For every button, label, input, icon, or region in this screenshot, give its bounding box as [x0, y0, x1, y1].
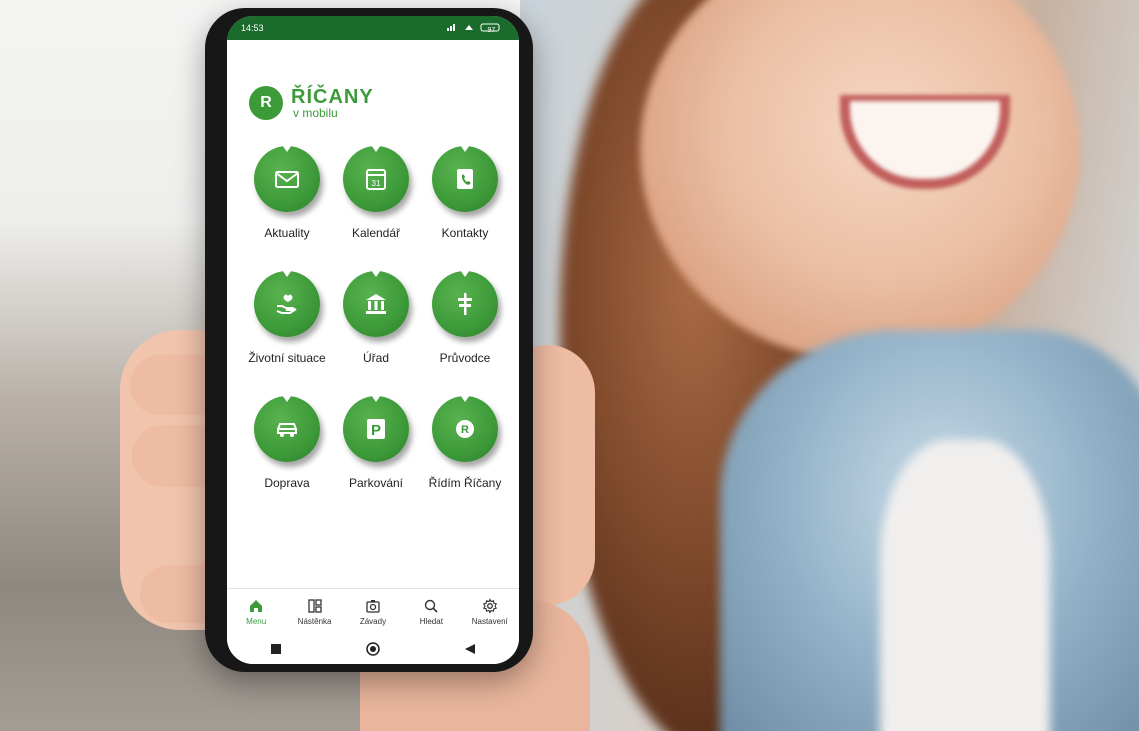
android-nav-bar: [227, 634, 519, 664]
nav-label: Menu: [246, 617, 267, 626]
nav-nastaveni[interactable]: Nastavení: [462, 598, 518, 626]
logo-mark: R: [249, 86, 283, 120]
building-icon: [366, 294, 386, 314]
logo-title: ŘÍČANY: [291, 85, 374, 108]
tile-circle: [254, 146, 320, 212]
nav-nastenka[interactable]: Nástěnka: [287, 598, 343, 626]
tile-circle: [432, 146, 498, 212]
tile-zivotni-situace[interactable]: Životní situace: [239, 271, 335, 365]
tile-circle: [254, 271, 320, 337]
app-screen: 14:53 97 R ŘÍČANY v mobilu Aktuality 31 …: [227, 16, 519, 664]
tile-label: Kalendář: [351, 226, 401, 240]
r-letter: R: [461, 424, 469, 436]
heart-hand-icon: [276, 294, 297, 314]
nav-label: Nastavení: [471, 617, 508, 626]
board-icon: [307, 599, 322, 613]
signpost-icon: [458, 293, 472, 315]
tile-circle: [254, 396, 320, 462]
battery-level: 97: [487, 27, 496, 34]
back-button[interactable]: [450, 639, 490, 659]
tile-label: Parkování: [348, 476, 404, 490]
tile-circle: [432, 271, 498, 337]
nav-label: Závady: [359, 617, 387, 626]
calendar-day: 31: [372, 179, 381, 188]
phone-book-icon: [457, 169, 473, 189]
home-button[interactable]: [353, 639, 393, 659]
nav-hledat[interactable]: Hledat: [403, 598, 459, 626]
tile-circle: 31: [343, 146, 409, 212]
tile-label: Doprava: [264, 476, 310, 490]
background-photo: [0, 0, 1139, 731]
tile-ridim-ricany[interactable]: R Řídím Říčany: [417, 396, 513, 490]
tile-kalendar[interactable]: 31 Kalendář: [328, 146, 424, 240]
logo-subtitle: v mobilu: [293, 105, 338, 120]
tile-label: Životní situace: [248, 351, 326, 365]
tile-doprava[interactable]: Doprava: [239, 396, 335, 490]
camera-report-icon: [366, 600, 380, 613]
home-icon: [250, 600, 263, 612]
tile-label: Řídím Říčany: [428, 476, 502, 490]
tile-label: Aktuality: [264, 226, 310, 240]
tile-label: Průvodce: [439, 351, 491, 365]
tile-kontakty[interactable]: Kontakty: [417, 146, 513, 240]
mail-icon: [275, 171, 299, 188]
tile-circle: R: [432, 396, 498, 462]
circle-icon: [366, 642, 380, 656]
calendar-icon: 31: [366, 169, 386, 190]
car-icon: [277, 423, 297, 437]
r-logo-icon: R: [456, 420, 474, 438]
tile-urad[interactable]: Úřad: [328, 271, 424, 365]
tile-label: Úřad: [362, 351, 389, 365]
search-icon: [425, 599, 438, 613]
status-icons: 97: [445, 22, 505, 34]
nav-label: Hledat: [419, 617, 443, 626]
square-icon: [270, 644, 281, 654]
status-time: 14:53: [241, 23, 264, 33]
smartphone: 14:53 97 R ŘÍČANY v mobilu Aktuality 31 …: [205, 8, 533, 672]
tile-label: Kontakty: [441, 226, 489, 240]
app-logo: R ŘÍČANY v mobilu: [249, 86, 374, 120]
signal-wifi-battery-icon: [447, 23, 500, 32]
gear-icon: [482, 598, 497, 614]
nav-label: Nástěnka: [297, 617, 332, 626]
tile-pruvodce[interactable]: Průvodce: [417, 271, 513, 365]
tile-circle: [343, 271, 409, 337]
triangle-back-icon: [465, 644, 476, 654]
bottom-nav: Menu Nástěnka Závady Hledat Nastavení: [227, 588, 519, 635]
nav-menu[interactable]: Menu: [228, 598, 284, 626]
status-bar: 14:53 97: [227, 16, 519, 40]
parking-letter: P: [371, 422, 381, 439]
recents-button[interactable]: [256, 639, 296, 659]
white-shirt: [880, 440, 1050, 731]
tile-aktuality[interactable]: Aktuality: [239, 146, 335, 240]
parking-icon: P: [367, 419, 385, 439]
nav-zavady[interactable]: Závady: [345, 598, 401, 626]
tile-parkovani[interactable]: P Parkování: [328, 396, 424, 490]
tile-circle: P: [343, 396, 409, 462]
